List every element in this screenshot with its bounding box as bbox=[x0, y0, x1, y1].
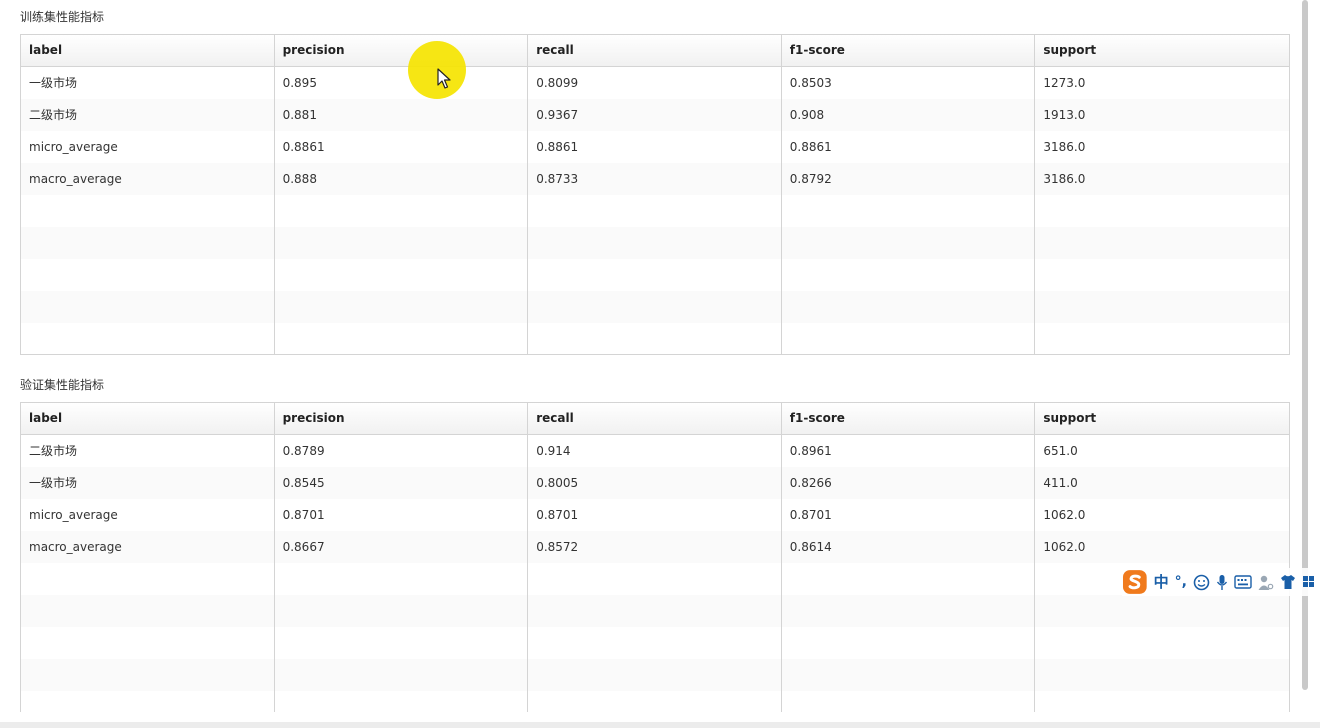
column-header-label[interactable]: label bbox=[21, 403, 275, 434]
cell-recall: 0.8861 bbox=[528, 131, 782, 163]
column-header-precision[interactable]: precision bbox=[275, 35, 529, 66]
cell-f1-score: 0.8503 bbox=[782, 67, 1036, 99]
cell-label: micro_average bbox=[21, 499, 275, 531]
microphone-icon[interactable] bbox=[1216, 572, 1228, 592]
table-row[interactable]: 二级市场 0.8789 0.914 0.8961 651.0 bbox=[21, 435, 1289, 467]
grid-body: 二级市场 0.8789 0.914 0.8961 651.0 一级市场 0.85… bbox=[21, 435, 1289, 712]
cell-recall: 0.8701 bbox=[528, 499, 782, 531]
empty-row bbox=[21, 627, 1289, 659]
empty-row bbox=[21, 291, 1289, 323]
validation-metrics-title: 验证集性能指标 bbox=[20, 378, 105, 392]
grid-icon[interactable] bbox=[1302, 572, 1314, 592]
column-header-recall[interactable]: recall bbox=[528, 403, 782, 434]
column-header-f1-score[interactable]: f1-score bbox=[782, 403, 1036, 434]
shirt-icon[interactable] bbox=[1280, 572, 1296, 592]
cell-label: micro_average bbox=[21, 131, 275, 163]
empty-row bbox=[21, 595, 1289, 627]
cell-precision: 0.888 bbox=[275, 163, 529, 195]
cell-precision: 0.8667 bbox=[275, 531, 529, 563]
empty-row bbox=[21, 691, 1289, 712]
table-row[interactable]: micro_average 0.8861 0.8861 0.8861 3186.… bbox=[21, 131, 1289, 163]
table-row[interactable]: micro_average 0.8701 0.8701 0.8701 1062.… bbox=[21, 499, 1289, 531]
empty-row bbox=[21, 195, 1289, 227]
cell-support: 1062.0 bbox=[1043, 508, 1086, 522]
grid-body: 一级市场 0.895 0.8099 0.8503 1273.0 二级市场 0.8… bbox=[21, 67, 1289, 354]
cell-precision: 0.8701 bbox=[275, 499, 529, 531]
cell-f1-score: 0.8961 bbox=[782, 435, 1036, 467]
cell-support: 1273.0 bbox=[1043, 76, 1086, 90]
cell-f1-score: 0.908 bbox=[782, 99, 1036, 131]
table-row[interactable]: macro_average 0.8667 0.8572 0.8614 1062.… bbox=[21, 531, 1289, 563]
cell-recall: 0.8005 bbox=[528, 467, 782, 499]
cell-recall: 0.8733 bbox=[528, 163, 782, 195]
cell-support: 3186.0 bbox=[1043, 172, 1086, 186]
ime-mode-label[interactable]: 中 bbox=[1154, 572, 1169, 592]
cell-label: 一级市场 bbox=[21, 67, 275, 99]
cell-precision: 0.8789 bbox=[275, 435, 529, 467]
cell-f1-score: 0.8861 bbox=[782, 131, 1036, 163]
table-row[interactable]: macro_average 0.888 0.8733 0.8792 3186.0 bbox=[21, 163, 1289, 195]
keyboard-icon[interactable] bbox=[1234, 572, 1252, 592]
cell-label: 一级市场 bbox=[21, 467, 275, 499]
column-header-support[interactable]: support bbox=[1035, 35, 1289, 66]
cell-support: 651.0 bbox=[1043, 444, 1078, 458]
cell-recall: 0.914 bbox=[528, 435, 782, 467]
cell-support: 1913.0 bbox=[1043, 108, 1086, 122]
cell-label: 二级市场 bbox=[21, 99, 275, 131]
column-header-f1-score[interactable]: f1-score bbox=[782, 35, 1036, 66]
empty-row bbox=[21, 563, 1289, 595]
mouse-cursor-icon bbox=[437, 68, 451, 89]
grid-header: label precision recall f1-score support bbox=[21, 403, 1289, 435]
cell-label: macro_average bbox=[21, 531, 275, 563]
ime-punctuation-label[interactable]: °, bbox=[1175, 572, 1187, 592]
cell-f1-score: 0.8266 bbox=[782, 467, 1036, 499]
table-row[interactable]: 一级市场 0.8545 0.8005 0.8266 411.0 bbox=[21, 467, 1289, 499]
table-row[interactable]: 二级市场 0.881 0.9367 0.908 1913.0 bbox=[21, 99, 1289, 131]
column-header-precision[interactable]: precision bbox=[275, 403, 529, 434]
ime-toolbar[interactable]: 中 °, bbox=[1122, 568, 1320, 596]
column-header-label[interactable]: label bbox=[21, 35, 275, 66]
user-icon[interactable] bbox=[1258, 572, 1274, 592]
cell-f1-score: 0.8701 bbox=[782, 499, 1036, 531]
cell-label: 二级市场 bbox=[21, 435, 275, 467]
cell-precision: 0.895 bbox=[275, 67, 529, 99]
column-header-recall[interactable]: recall bbox=[528, 35, 782, 66]
page: 训练集性能指标 label precision recall f1-score … bbox=[0, 0, 1320, 728]
empty-row bbox=[21, 659, 1289, 691]
cell-recall: 0.9367 bbox=[528, 99, 782, 131]
cell-label: macro_average bbox=[21, 163, 275, 195]
grid-header: label precision recall f1-score support bbox=[21, 35, 1289, 67]
cell-recall: 0.8572 bbox=[528, 531, 782, 563]
cell-f1-score: 0.8614 bbox=[782, 531, 1036, 563]
empty-row bbox=[21, 323, 1289, 354]
empty-row bbox=[21, 259, 1289, 291]
cell-support: 1062.0 bbox=[1043, 540, 1086, 554]
cell-support: 3186.0 bbox=[1043, 140, 1086, 154]
cell-recall: 0.8099 bbox=[528, 67, 782, 99]
sogou-s-icon[interactable] bbox=[1122, 569, 1148, 595]
cell-precision: 0.881 bbox=[275, 99, 529, 131]
validation-metrics-grid: label precision recall f1-score support … bbox=[20, 402, 1290, 712]
column-header-support[interactable]: support bbox=[1035, 403, 1289, 434]
cell-precision: 0.8861 bbox=[275, 131, 529, 163]
empty-row bbox=[21, 227, 1289, 259]
train-metrics-grid: label precision recall f1-score support … bbox=[20, 34, 1290, 355]
train-metrics-title: 训练集性能指标 bbox=[20, 10, 105, 24]
emoji-icon[interactable] bbox=[1193, 572, 1210, 592]
bottom-edge bbox=[0, 722, 1320, 728]
cell-f1-score: 0.8792 bbox=[782, 163, 1036, 195]
cell-support: 411.0 bbox=[1043, 476, 1078, 490]
cell-precision: 0.8545 bbox=[275, 467, 529, 499]
table-row[interactable]: 一级市场 0.895 0.8099 0.8503 1273.0 bbox=[21, 67, 1289, 99]
